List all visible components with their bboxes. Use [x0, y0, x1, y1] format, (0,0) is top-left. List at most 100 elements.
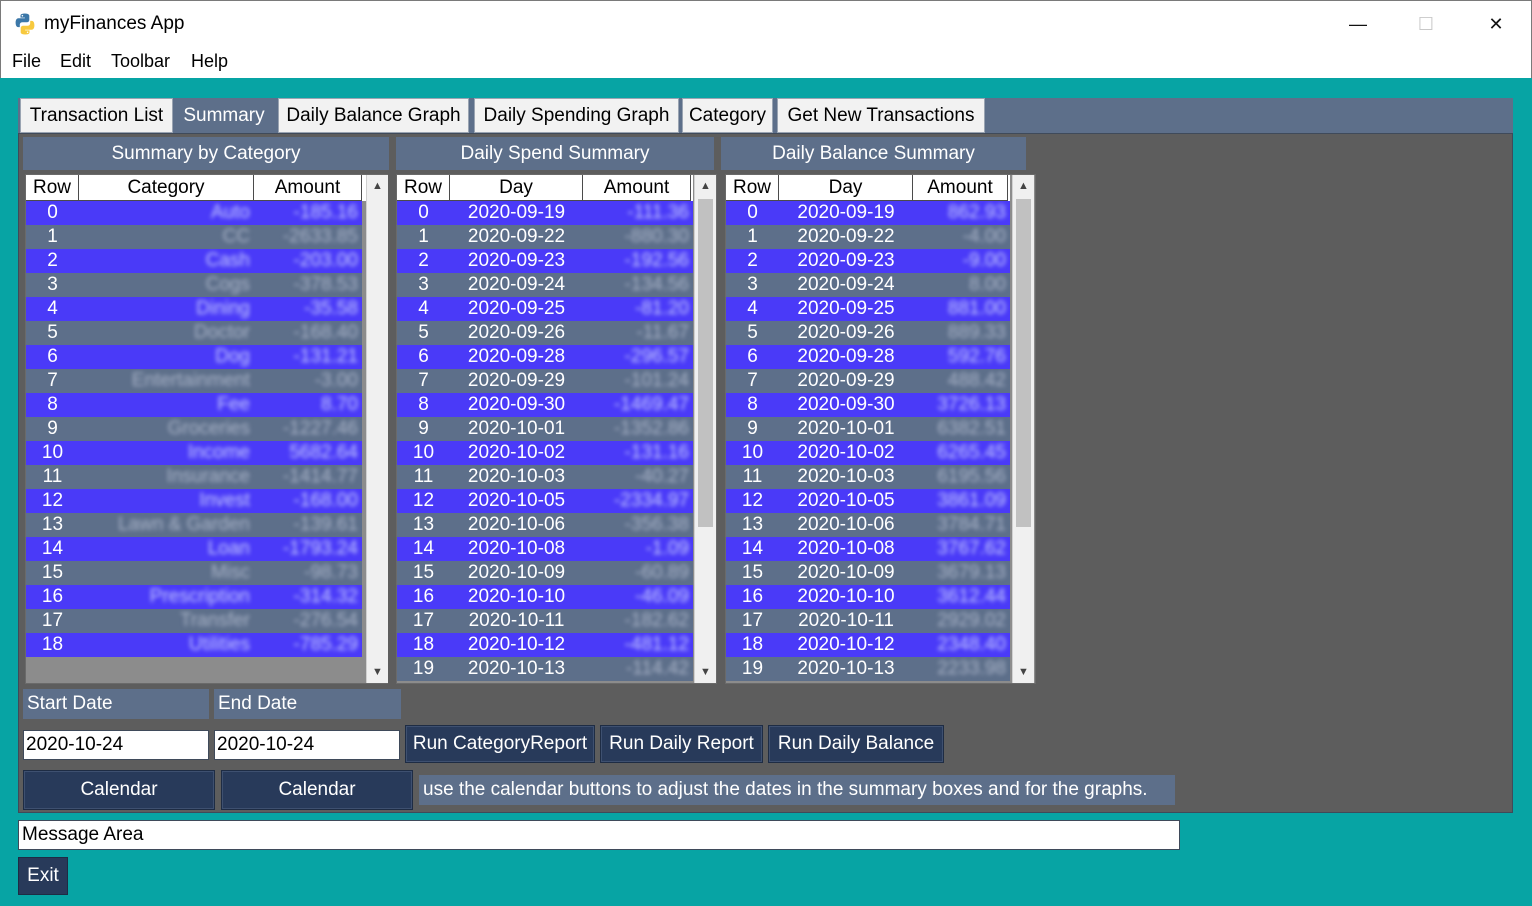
table-row[interactable]: 7 2020-09-29 488.42 — [726, 369, 1010, 393]
table-row[interactable]: 19 2020-10-13 -114.42 — [397, 657, 693, 681]
daily-balance-scrollbar[interactable]: ▲ ▼ — [1012, 175, 1034, 683]
table-row[interactable]: 0 2020-09-19 862.93 — [726, 201, 1010, 225]
maximize-button[interactable]: ☐ — [1392, 1, 1460, 48]
scroll-thumb[interactable] — [698, 199, 713, 527]
table-row[interactable]: 0 2020-09-19 -111.36 — [397, 201, 693, 225]
table-row[interactable]: 3 2020-09-24 -134.56 — [397, 273, 693, 297]
run-category-report-button[interactable]: Run CategoryReport — [405, 725, 595, 763]
table-row[interactable]: 0 Auto -185.16 — [26, 201, 362, 225]
column-header-amount[interactable]: Amount — [583, 175, 691, 201]
table-row[interactable]: 15 2020-10-09 3679.13 — [726, 561, 1010, 585]
close-button[interactable]: ✕ — [1462, 1, 1530, 48]
table-row[interactable]: 1 2020-09-22 -4.00 — [726, 225, 1010, 249]
column-header-amount[interactable]: Amount — [913, 175, 1008, 201]
exit-button[interactable]: Exit — [18, 857, 68, 895]
end-calendar-button[interactable]: Calendar — [221, 770, 413, 810]
run-daily-report-button[interactable]: Run Daily Report — [600, 725, 763, 763]
scroll-up-arrow-icon[interactable]: ▲ — [695, 175, 716, 197]
table-row[interactable]: 11 Insurance -1414.77 — [26, 465, 362, 489]
tab-get-new-transactions[interactable]: Get New Transactions — [777, 98, 985, 133]
table-row[interactable]: 15 2020-10-09 -60.89 — [397, 561, 693, 585]
table-row[interactable]: 17 Transfer -276.54 — [26, 609, 362, 633]
table-row[interactable]: 18 2020-10-12 -481.12 — [397, 633, 693, 657]
table-row[interactable]: 5 Doctor -168.40 — [26, 321, 362, 345]
start-date-input[interactable] — [23, 730, 209, 760]
tab-category[interactable]: Category — [682, 98, 773, 133]
table-row[interactable]: 16 2020-10-10 3612.44 — [726, 585, 1010, 609]
menu-edit[interactable]: Edit — [60, 51, 91, 72]
scroll-down-arrow-icon[interactable]: ▼ — [1013, 661, 1034, 683]
column-header-day[interactable]: Day — [450, 175, 583, 201]
tab-daily-spending-graph[interactable]: Daily Spending Graph — [474, 98, 679, 133]
scroll-thumb[interactable] — [1016, 199, 1031, 527]
daily-spend-scrollbar[interactable]: ▲ ▼ — [694, 175, 716, 683]
scroll-up-arrow-icon[interactable]: ▲ — [367, 175, 388, 197]
table-row[interactable]: 17 2020-10-11 2929.02 — [726, 609, 1010, 633]
table-row[interactable]: 13 Lawn & Garden -139.61 — [26, 513, 362, 537]
table-row[interactable]: 18 Utilities -785.29 — [26, 633, 362, 657]
table-row[interactable]: 13 2020-10-06 -356.38 — [397, 513, 693, 537]
scroll-up-arrow-icon[interactable]: ▲ — [1013, 175, 1034, 197]
start-calendar-button[interactable]: Calendar — [23, 770, 215, 810]
table-row[interactable]: 3 Cogs -378.53 — [26, 273, 362, 297]
table-row[interactable]: 2 2020-09-23 -192.56 — [397, 249, 693, 273]
table-row[interactable]: 16 2020-10-10 -46.09 — [397, 585, 693, 609]
scroll-down-arrow-icon[interactable]: ▼ — [367, 661, 388, 683]
table-row[interactable]: 8 Fee 8.70 — [26, 393, 362, 417]
table-row[interactable]: 17 2020-10-11 -182.62 — [397, 609, 693, 633]
table-row[interactable]: 7 2020-09-29 -101.24 — [397, 369, 693, 393]
table-row[interactable]: 11 2020-10-03 6195.56 — [726, 465, 1010, 489]
table-row[interactable]: 4 2020-09-25 -81.20 — [397, 297, 693, 321]
tab-transaction-list[interactable]: Transaction List — [20, 98, 173, 133]
table-row[interactable]: 6 2020-09-28 592.76 — [726, 345, 1010, 369]
tab-summary[interactable]: Summary — [176, 98, 272, 133]
table-row[interactable]: 14 Loan -1793.24 — [26, 537, 362, 561]
table-row[interactable]: 12 2020-10-05 -2334.97 — [397, 489, 693, 513]
table-row[interactable]: 8 2020-09-30 -1469.47 — [397, 393, 693, 417]
table-row[interactable]: 13 2020-10-06 3784.71 — [726, 513, 1010, 537]
menu-help[interactable]: Help — [191, 51, 228, 72]
column-header-day[interactable]: Day — [779, 175, 913, 201]
table-row[interactable]: 12 2020-10-05 3861.09 — [726, 489, 1010, 513]
table-row[interactable]: 2 2020-09-23 -9.00 — [726, 249, 1010, 273]
table-row[interactable]: 10 Income 5682.64 — [26, 441, 362, 465]
table-row[interactable]: 10 2020-10-02 6265.45 — [726, 441, 1010, 465]
column-header-row[interactable]: Row — [26, 175, 79, 201]
table-row[interactable]: 6 2020-09-28 -296.57 — [397, 345, 693, 369]
message-area[interactable]: Message Area — [18, 820, 1180, 850]
tab-daily-balance-graph[interactable]: Daily Balance Graph — [278, 98, 469, 133]
table-row[interactable]: 2 Cash -203.00 — [26, 249, 362, 273]
table-row[interactable]: 5 2020-09-26 889.33 — [726, 321, 1010, 345]
menu-toolbar[interactable]: Toolbar — [111, 51, 170, 72]
table-row[interactable]: 15 Misc -98.73 — [26, 561, 362, 585]
table-row[interactable]: 11 2020-10-03 -40.27 — [397, 465, 693, 489]
minimize-button[interactable]: — — [1324, 1, 1392, 48]
table-row[interactable]: 12 Invest -168.00 — [26, 489, 362, 513]
table-row[interactable]: 9 2020-10-01 6382.51 — [726, 417, 1010, 441]
table-row[interactable]: 1 2020-09-22 -880.30 — [397, 225, 693, 249]
table-row[interactable]: 6 Dog -131.21 — [26, 345, 362, 369]
menu-file[interactable]: File — [12, 51, 41, 72]
table-row[interactable]: 18 2020-10-12 2348.40 — [726, 633, 1010, 657]
column-header-row[interactable]: Row — [397, 175, 450, 201]
table-row[interactable]: 14 2020-10-08 3767.62 — [726, 537, 1010, 561]
table-row[interactable]: 4 Dining -35.58 — [26, 297, 362, 321]
table-row[interactable]: 7 Entertainment -3.00 — [26, 369, 362, 393]
table-row[interactable]: 14 2020-10-08 -1.09 — [397, 537, 693, 561]
table-row[interactable]: 4 2020-09-25 881.00 — [726, 297, 1010, 321]
table-row[interactable]: 5 2020-09-26 -11.67 — [397, 321, 693, 345]
table-row[interactable]: 8 2020-09-30 3726.13 — [726, 393, 1010, 417]
table-row[interactable]: 16 Prescription -314.32 — [26, 585, 362, 609]
column-header-category[interactable]: Category — [79, 175, 254, 201]
table-row[interactable]: 1 CC -2633.85 — [26, 225, 362, 249]
column-header-row[interactable]: Row — [726, 175, 779, 201]
scroll-down-arrow-icon[interactable]: ▼ — [695, 661, 716, 683]
table-row[interactable]: 9 Groceries -1227.46 — [26, 417, 362, 441]
run-daily-balance-button[interactable]: Run Daily Balance — [768, 725, 944, 763]
column-header-amount[interactable]: Amount — [254, 175, 362, 201]
category-scrollbar[interactable]: ▲ ▼ — [366, 175, 388, 683]
table-row[interactable]: 19 2020-10-13 2233.98 — [726, 657, 1010, 681]
table-row[interactable]: 10 2020-10-02 -131.16 — [397, 441, 693, 465]
end-date-input[interactable] — [214, 730, 400, 760]
table-row[interactable]: 3 2020-09-24 8.00 — [726, 273, 1010, 297]
